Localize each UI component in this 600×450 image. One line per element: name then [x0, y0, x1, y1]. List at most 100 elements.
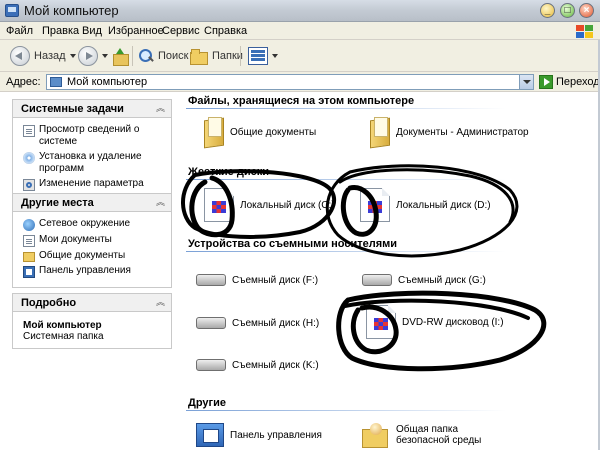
panel-title: Другие места — [21, 197, 94, 209]
removable-disk-icon — [196, 274, 226, 286]
task-pane: Системные задачи ︽ Просмотр сведений о с… — [0, 93, 180, 450]
place-label: Сетевое окружение — [39, 218, 131, 229]
forward-arrow-icon — [78, 46, 98, 66]
folder-shared-documents[interactable]: Общие документы — [200, 117, 316, 147]
back-label: Назад — [34, 50, 66, 62]
address-bar: Адрес: Мой компьютер Переход — [0, 72, 600, 92]
menu-help[interactable]: Справка — [204, 25, 247, 37]
up-button[interactable] — [108, 44, 132, 68]
menu-favorites[interactable]: Избранное — [108, 25, 164, 37]
place-my-documents[interactable]: Мои документы — [23, 234, 163, 247]
menu-view[interactable]: Вид — [82, 25, 102, 37]
item-label: Съемный диск (G:) — [398, 274, 486, 286]
panel-title: Подробно — [21, 297, 77, 309]
place-shared-documents[interactable]: Общие документы — [23, 250, 163, 262]
windows-logo-icon — [570, 22, 596, 40]
other-places-panel: Другие места ︽ Сетевое окружение Мои док… — [12, 193, 172, 288]
chevron-up-icon[interactable]: ︽ — [156, 197, 165, 207]
folders-icon — [190, 48, 208, 65]
title-bar[interactable]: Мой компьютер _ □ × — [0, 0, 600, 22]
other-places-header[interactable]: Другие места ︽ — [13, 194, 171, 212]
menu-edit[interactable]: Правка — [42, 25, 79, 37]
shared-secure-folder[interactable]: Общая папка безопасной среды — [362, 423, 496, 448]
task-change-setting[interactable]: Изменение параметра — [23, 178, 163, 191]
drive-f[interactable]: Съемный диск (F:) — [196, 274, 318, 286]
menu-file[interactable]: Файл — [6, 25, 33, 37]
toolbar-separator — [132, 46, 133, 66]
task-label: Изменение параметра — [39, 178, 144, 189]
folder-icon — [366, 117, 390, 147]
task-view-system-info[interactable]: Просмотр сведений о системе — [23, 124, 163, 148]
address-label: Адрес: — [6, 76, 41, 88]
place-network[interactable]: Сетевое окружение — [23, 218, 163, 231]
removable-disk-icon — [362, 274, 392, 286]
search-icon — [138, 48, 154, 64]
item-label: Документы - Администратор — [396, 126, 529, 138]
views-button[interactable] — [244, 44, 282, 68]
address-input[interactable]: Мой компьютер — [46, 74, 534, 90]
back-button[interactable]: Назад — [6, 44, 80, 68]
system-tasks-header[interactable]: Системные задачи ︽ — [13, 100, 171, 118]
item-label: Локальный диск (C:) — [240, 199, 335, 211]
view-icon — [248, 47, 268, 65]
drive-c[interactable]: Локальный диск (C:) — [204, 188, 335, 222]
removable-disk-icon — [196, 359, 226, 371]
minimize-button[interactable]: _ — [540, 3, 555, 18]
place-control-panel[interactable]: Панель управления — [23, 265, 163, 278]
go-label: Переход — [556, 76, 600, 88]
system-tasks-panel: Системные задачи ︽ Просмотр сведений о с… — [12, 99, 172, 201]
toolbar: Назад Поиск Папки — [0, 40, 600, 72]
place-label: Панель управления — [39, 265, 131, 276]
chevron-up-icon[interactable]: ︽ — [156, 103, 165, 113]
search-label: Поиск — [158, 50, 189, 62]
drive-g[interactable]: Съемный диск (G:) — [362, 274, 486, 286]
details-name: Мой компьютер — [23, 320, 102, 331]
item-label: DVD-RW дисковод (I:) — [402, 316, 504, 328]
documents-icon — [23, 235, 35, 247]
system-info-icon — [23, 125, 35, 137]
search-button[interactable]: Поиск — [134, 44, 192, 68]
group-title-hard-disks: Жесткие диски — [188, 166, 269, 178]
place-label: Мои документы — [39, 234, 112, 245]
drive-k[interactable]: Съемный диск (K:) — [196, 359, 319, 371]
removable-disk-icon — [196, 317, 226, 329]
task-label: Установка и удаление программ — [39, 151, 142, 174]
group-title-other: Другие — [188, 397, 226, 409]
group-title-removable: Устройства со съемными носителями — [188, 238, 398, 250]
control-panel-icon — [196, 423, 224, 447]
control-panel[interactable]: Панель управления — [196, 423, 322, 447]
item-label: Локальный диск (D:) — [396, 199, 491, 211]
task-label: Просмотр сведений о системе — [39, 124, 140, 147]
drive-d[interactable]: Локальный диск (D:) — [360, 188, 491, 222]
folders-button[interactable]: Папки — [186, 44, 247, 68]
item-label: Съемный диск (F:) — [232, 274, 319, 286]
drive-icon — [204, 188, 234, 222]
folder-up-icon — [112, 48, 129, 66]
folder-icon — [200, 117, 224, 147]
shared-folder-icon — [362, 423, 390, 448]
cd-icon — [23, 152, 35, 164]
forward-button[interactable] — [74, 44, 112, 68]
drive-h[interactable]: Съемный диск (H:) — [196, 317, 319, 329]
drive-i-dvd[interactable]: DVD-RW дисковод (I:) — [366, 305, 504, 339]
back-arrow-icon — [10, 46, 30, 66]
computer-icon — [5, 4, 19, 17]
details-header[interactable]: Подробно ︽ — [13, 294, 171, 312]
place-label: Общие документы — [39, 250, 126, 261]
chevron-up-icon[interactable]: ︽ — [156, 297, 165, 307]
group-divider — [186, 410, 506, 411]
address-dropdown-button[interactable] — [519, 75, 533, 89]
item-label: Общая папка безопасной среды — [396, 424, 482, 446]
menu-tools[interactable]: Сервис — [162, 25, 200, 37]
control-panel-icon — [23, 266, 35, 278]
window-title: Мой компьютер — [24, 3, 119, 18]
task-add-remove-programs[interactable]: Установка и удаление программ — [23, 151, 163, 175]
close-button[interactable]: × — [579, 3, 594, 18]
folder-icon — [23, 252, 35, 262]
folders-label: Папки — [212, 50, 243, 62]
group-title-files: Файлы, хранящиеся на этом компьютере — [188, 95, 415, 107]
go-button[interactable]: Переход — [539, 74, 600, 90]
maximize-button[interactable]: □ — [560, 3, 575, 18]
panel-title: Системные задачи — [21, 103, 124, 115]
folder-admin-documents[interactable]: Документы - Администратор — [366, 117, 529, 147]
